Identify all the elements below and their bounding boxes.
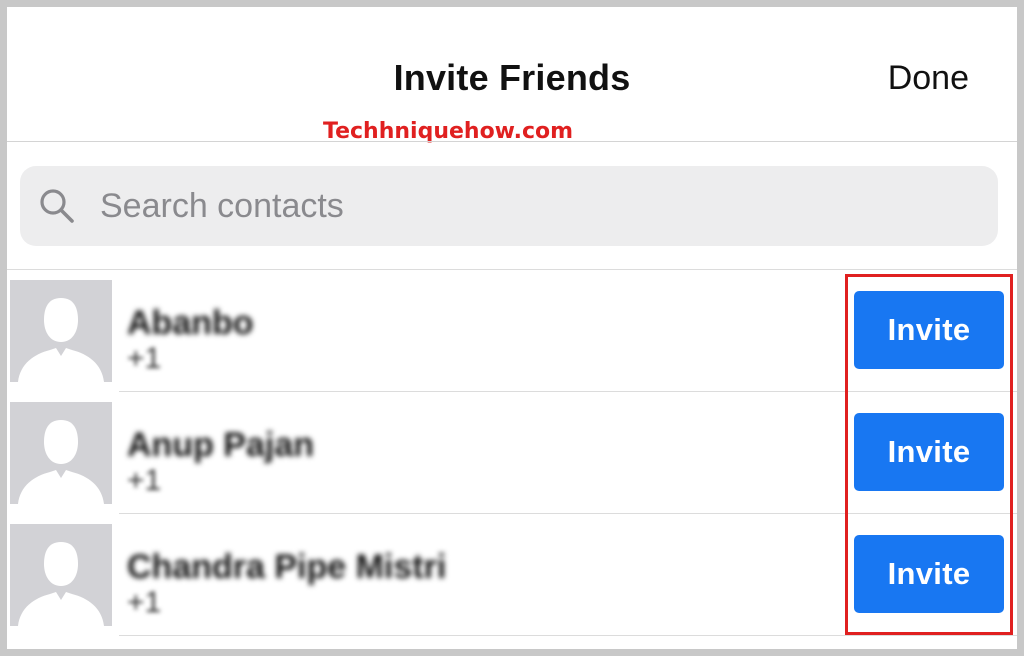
contact-phone: +1	[127, 342, 162, 375]
header-divider	[7, 141, 1017, 142]
invite-button[interactable]: Invite	[854, 291, 1004, 369]
contact-name: Chandra Pipe Mistri	[127, 548, 447, 586]
invite-button[interactable]: Invite	[854, 413, 1004, 491]
done-button[interactable]: Done	[888, 59, 969, 98]
contact-row: Anup Pajan +1 Invite	[7, 392, 1017, 514]
default-avatar-icon	[10, 402, 112, 504]
page-title: Invite Friends	[393, 57, 631, 98]
contact-phone: +1	[127, 586, 162, 619]
default-avatar-icon	[10, 524, 112, 626]
contact-row: Chandra Pipe Mistri +1 Invite	[7, 514, 1017, 636]
default-avatar-icon	[10, 280, 112, 382]
contact-name: Abanbo	[127, 304, 254, 342]
contact-name: Anup Pajan	[127, 426, 315, 464]
invite-button[interactable]: Invite	[854, 535, 1004, 613]
search-input[interactable]	[100, 166, 980, 246]
search-icon	[40, 189, 74, 223]
contact-row: Abanbo +1 Invite	[7, 270, 1017, 392]
navigation-header: Invite Friends Done Techhniquehow.com	[7, 7, 1017, 144]
contact-phone: +1	[127, 464, 162, 497]
app-frame: Invite Friends Done Techhniquehow.com Ab…	[7, 7, 1017, 649]
row-divider	[119, 635, 1017, 636]
search-bar[interactable]	[20, 166, 998, 246]
